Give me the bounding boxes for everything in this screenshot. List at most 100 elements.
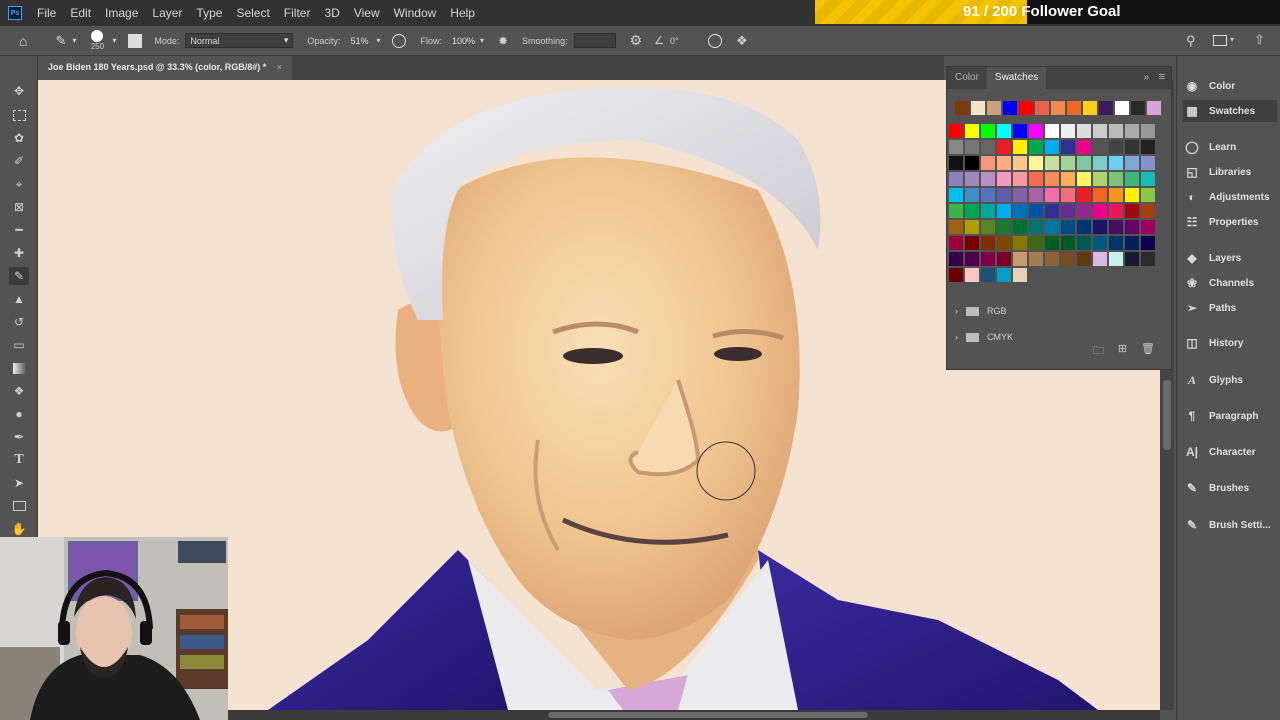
color-swatch[interactable] — [1029, 204, 1043, 218]
color-swatch[interactable] — [949, 156, 963, 170]
chevron-down-icon[interactable]: ▾ — [376, 36, 380, 45]
color-swatch[interactable] — [1125, 156, 1139, 170]
eraser-tool-icon[interactable]: ▭ — [9, 336, 29, 354]
document-tab[interactable]: Joe Biden 180 Years.psd @ 33.3% (color, … — [38, 56, 292, 80]
color-swatch[interactable] — [1077, 124, 1091, 138]
chevron-right-icon[interactable]: › — [955, 306, 958, 316]
color-swatch[interactable] — [1061, 156, 1075, 170]
pressure-opacity-icon[interactable] — [392, 33, 407, 48]
color-swatch[interactable] — [1045, 252, 1059, 266]
delete-trash-icon[interactable]: 🗑 — [1141, 342, 1155, 361]
color-swatch[interactable] — [1013, 252, 1027, 266]
color-swatch[interactable] — [965, 236, 979, 250]
color-swatch[interactable] — [1061, 188, 1075, 202]
brush-angle-icon[interactable]: ∠ — [654, 34, 664, 47]
frame-tool-icon[interactable]: ⊠ — [9, 198, 29, 216]
new-swatch-icon[interactable]: ⊞ — [1118, 342, 1127, 361]
crop-tool-icon[interactable]: ⌖ — [9, 175, 29, 193]
color-swatch[interactable] — [949, 172, 963, 186]
pen-tool-icon[interactable]: ✒ — [9, 428, 29, 446]
color-swatch[interactable] — [981, 220, 995, 234]
color-swatch[interactable] — [1109, 172, 1123, 186]
color-swatch[interactable] — [997, 220, 1011, 234]
color-swatch[interactable] — [965, 188, 979, 202]
color-swatch[interactable] — [1141, 172, 1155, 186]
color-swatch[interactable] — [997, 204, 1011, 218]
color-swatch[interactable] — [1077, 220, 1091, 234]
color-swatch[interactable] — [1013, 124, 1027, 138]
color-swatch[interactable] — [997, 172, 1011, 186]
color-swatch[interactable] — [1125, 172, 1139, 186]
color-swatch[interactable] — [1093, 140, 1107, 154]
color-swatch[interactable] — [1125, 220, 1139, 234]
color-swatch[interactable] — [965, 140, 979, 154]
color-swatch[interactable] — [1077, 156, 1091, 170]
color-swatch[interactable] — [1045, 140, 1059, 154]
menu-filter[interactable]: Filter — [277, 6, 318, 20]
color-swatch[interactable] — [1029, 140, 1043, 154]
workspace-icon[interactable] — [1213, 35, 1227, 46]
quick-select-tool-icon[interactable]: ✐ — [9, 152, 29, 170]
menu-select[interactable]: Select — [229, 6, 276, 20]
color-swatch[interactable] — [949, 204, 963, 218]
color-swatch[interactable] — [1141, 220, 1155, 234]
color-swatch[interactable] — [1045, 156, 1059, 170]
flow-field[interactable]: 100% — [448, 33, 478, 48]
color-swatch[interactable] — [997, 188, 1011, 202]
path-selection-tool-icon[interactable]: ➤ — [9, 474, 29, 492]
dock-item-brushes[interactable]: ✎ Brushes — [1183, 477, 1277, 499]
menu-view[interactable]: View — [347, 6, 387, 20]
color-swatch[interactable] — [1077, 204, 1091, 218]
color-swatch[interactable] — [1045, 172, 1059, 186]
recent-swatch[interactable] — [1083, 101, 1097, 115]
dock-item-learn[interactable]: ◯ Learn — [1183, 136, 1277, 158]
color-swatch[interactable] — [1125, 124, 1139, 138]
color-swatch[interactable] — [1125, 252, 1139, 266]
recent-swatch[interactable] — [1051, 101, 1065, 115]
dock-item-character[interactable]: A| Character — [1183, 441, 1277, 463]
color-swatch[interactable] — [1109, 252, 1123, 266]
color-swatch[interactable] — [1093, 252, 1107, 266]
color-swatch[interactable] — [1029, 236, 1043, 250]
brush-settings-toggle-icon[interactable] — [128, 33, 143, 48]
share-icon[interactable]: ⇧ — [1254, 32, 1265, 48]
color-swatch[interactable] — [1013, 140, 1027, 154]
color-swatch[interactable] — [965, 156, 979, 170]
search-icon[interactable]: ⚲ — [1186, 33, 1196, 49]
color-swatch[interactable] — [1029, 220, 1043, 234]
color-swatch[interactable] — [949, 188, 963, 202]
color-swatch[interactable] — [997, 268, 1011, 282]
color-swatch[interactable] — [981, 204, 995, 218]
color-swatch[interactable] — [1109, 220, 1123, 234]
color-swatch[interactable] — [949, 220, 963, 234]
menu-3d[interactable]: 3D — [317, 6, 346, 20]
color-swatch[interactable] — [1093, 124, 1107, 138]
color-swatch[interactable] — [1125, 204, 1139, 218]
healing-brush-tool-icon[interactable]: ✚ — [9, 244, 29, 262]
color-swatch[interactable] — [1109, 188, 1123, 202]
color-swatch[interactable] — [949, 140, 963, 154]
clone-stamp-tool-icon[interactable]: ▲ — [9, 290, 29, 308]
color-swatch[interactable] — [1013, 156, 1027, 170]
recent-swatch[interactable] — [955, 101, 969, 115]
color-swatch[interactable] — [1045, 220, 1059, 234]
color-swatch[interactable] — [1141, 252, 1155, 266]
dock-item-libraries[interactable]: ◱ Libraries — [1183, 161, 1277, 183]
swatch-folder-rgb[interactable]: › RGB — [955, 302, 1007, 320]
dock-item-brush-settings[interactable]: ✎ Brush Setti... — [1183, 514, 1277, 536]
color-swatch[interactable] — [1045, 188, 1059, 202]
color-swatch[interactable] — [1093, 156, 1107, 170]
rectangle-tool-icon[interactable] — [9, 497, 29, 515]
gradient-tool-icon[interactable] — [9, 359, 29, 377]
brush-tool-icon[interactable]: ✎ — [9, 267, 29, 285]
chevron-down-icon[interactable]: ▾ — [72, 36, 76, 45]
recent-swatch[interactable] — [1099, 101, 1113, 115]
color-swatch[interactable] — [965, 204, 979, 218]
color-swatch[interactable] — [1061, 204, 1075, 218]
eyedropper-tool-icon[interactable]: ━ — [9, 221, 29, 239]
horizontal-scroll-thumb[interactable] — [548, 712, 868, 718]
photoshop-logo-icon[interactable]: Ps — [8, 6, 22, 20]
color-swatch[interactable] — [1061, 172, 1075, 186]
new-group-folder-icon[interactable]: 🗀 — [1093, 342, 1104, 361]
menu-type[interactable]: Type — [189, 6, 229, 20]
